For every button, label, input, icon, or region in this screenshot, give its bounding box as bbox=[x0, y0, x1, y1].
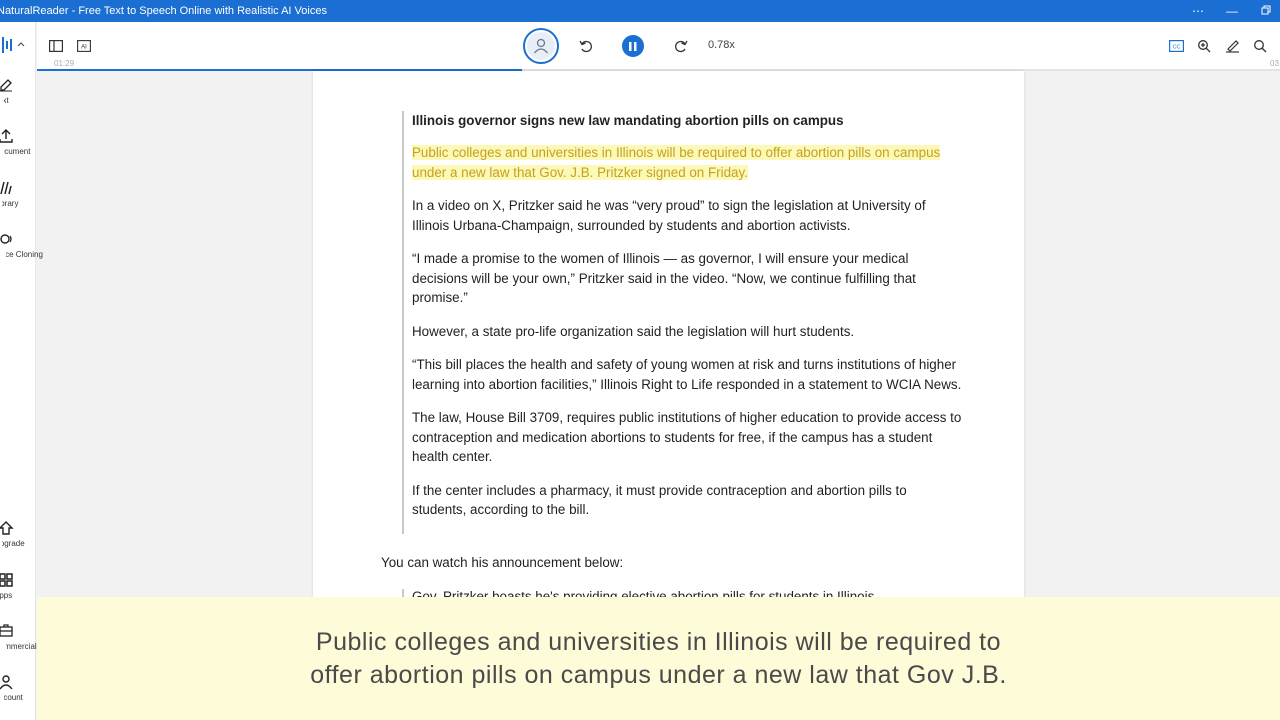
paragraph[interactable]: However, a state pro-life organization s… bbox=[412, 322, 962, 342]
voice-avatar-button[interactable] bbox=[523, 28, 559, 64]
account-icon bbox=[0, 675, 13, 690]
watch-announcement-text[interactable]: You can watch his announcement below: bbox=[381, 555, 623, 570]
sidebar-item-voice-cloning[interactable]: Voice Cloning bbox=[0, 231, 43, 259]
playback-speed[interactable]: 0.78x bbox=[708, 39, 735, 51]
svg-text:AI: AI bbox=[81, 45, 87, 51]
sidebar-item-commercial[interactable]: Commercial bbox=[0, 623, 38, 651]
apps-icon bbox=[0, 573, 13, 587]
sidebar-item-label: Apps bbox=[0, 591, 13, 600]
commercial-icon bbox=[0, 624, 13, 637]
sidebar-item-label: Text bbox=[0, 96, 9, 105]
remaining-time: 03 bbox=[1270, 59, 1279, 68]
ai-icon[interactable]: AI bbox=[76, 39, 92, 53]
search-icon[interactable] bbox=[1252, 38, 1268, 54]
sidebar-item-label: Voice Cloning bbox=[0, 250, 43, 259]
app-logo-icon[interactable] bbox=[0, 36, 16, 59]
forward-icon[interactable] bbox=[673, 38, 689, 54]
pause-button[interactable] bbox=[622, 35, 644, 57]
restore-icon[interactable] bbox=[1260, 4, 1272, 18]
edit-icon bbox=[0, 79, 12, 92]
more-icon[interactable]: ⋯ bbox=[1192, 4, 1204, 18]
document-page: Illinois governor signs new law mandatin… bbox=[313, 71, 1024, 598]
elapsed-time: 01:29 bbox=[54, 59, 75, 68]
sidebar-item-library[interactable]: Library bbox=[0, 180, 38, 208]
sidebar-item-label: Upgrade bbox=[0, 539, 25, 548]
sidebar-item-text[interactable]: Text bbox=[0, 77, 38, 105]
library-icon bbox=[0, 181, 12, 195]
sidebar-item-label: Account bbox=[0, 693, 23, 702]
upload-icon bbox=[0, 129, 13, 143]
paragraph[interactable]: In a video on X, Pritzker said he was “v… bbox=[412, 196, 962, 235]
sidebar-item-apps[interactable]: Apps bbox=[0, 572, 38, 600]
sidebar-item-account[interactable]: Account bbox=[0, 674, 38, 702]
player-toolbar: AI CC bbox=[37, 22, 1280, 70]
sidebar-toggle-icon[interactable] bbox=[48, 39, 64, 53]
sidebar: Text Document Library Voice Cloning Upgr… bbox=[0, 22, 43, 720]
window-controls: ⋯ — bbox=[1192, 0, 1272, 22]
voice-cloning-icon bbox=[0, 234, 12, 244]
rewind-icon[interactable] bbox=[578, 38, 594, 54]
captions-icon[interactable]: CC bbox=[1168, 39, 1184, 53]
paragraph[interactable]: The law, House Bill 3709, requires publi… bbox=[412, 408, 962, 467]
caption-line-2: offer abortion pills on campus under a n… bbox=[310, 660, 1007, 689]
pause-icon bbox=[629, 41, 637, 51]
svg-text:CC: CC bbox=[1172, 44, 1180, 50]
paragraph[interactable]: “This bill places the health and safety … bbox=[412, 355, 962, 394]
article-blockquote: Illinois governor signs new law mandatin… bbox=[402, 111, 962, 534]
paragraph[interactable]: “I made a promise to the women of Illino… bbox=[412, 249, 962, 308]
sidebar-item-label: Document bbox=[0, 147, 31, 156]
paragraph[interactable]: If the center includes a pharmacy, it mu… bbox=[412, 481, 962, 520]
window-title: NaturalReader - Free Text to Speech Onli… bbox=[0, 5, 327, 17]
sidebar-item-upgrade[interactable]: Upgrade bbox=[0, 520, 38, 548]
sidebar-item-label: Commercial bbox=[0, 642, 37, 651]
avatar-icon bbox=[527, 32, 555, 60]
highlighted-sentence[interactable]: Public colleges and universities in Illi… bbox=[412, 145, 941, 180]
sidebar-item-document[interactable]: Document bbox=[0, 128, 38, 156]
caption-overlay: Public colleges and universities in Illi… bbox=[37, 597, 1280, 720]
upgrade-icon bbox=[0, 521, 14, 535]
caption-line-1: Public colleges and universities in Illi… bbox=[315, 627, 1002, 656]
window-titlebar: NaturalReader - Free Text to Speech Onli… bbox=[0, 0, 1280, 22]
chevron-up-icon[interactable] bbox=[17, 40, 25, 49]
zoom-in-icon[interactable] bbox=[1196, 38, 1212, 54]
highlight-icon[interactable] bbox=[1224, 38, 1240, 54]
sidebar-item-label: Library bbox=[0, 199, 19, 208]
article-headline: Illinois governor signs new law mandatin… bbox=[412, 113, 844, 128]
minimize-icon[interactable]: — bbox=[1226, 4, 1238, 18]
